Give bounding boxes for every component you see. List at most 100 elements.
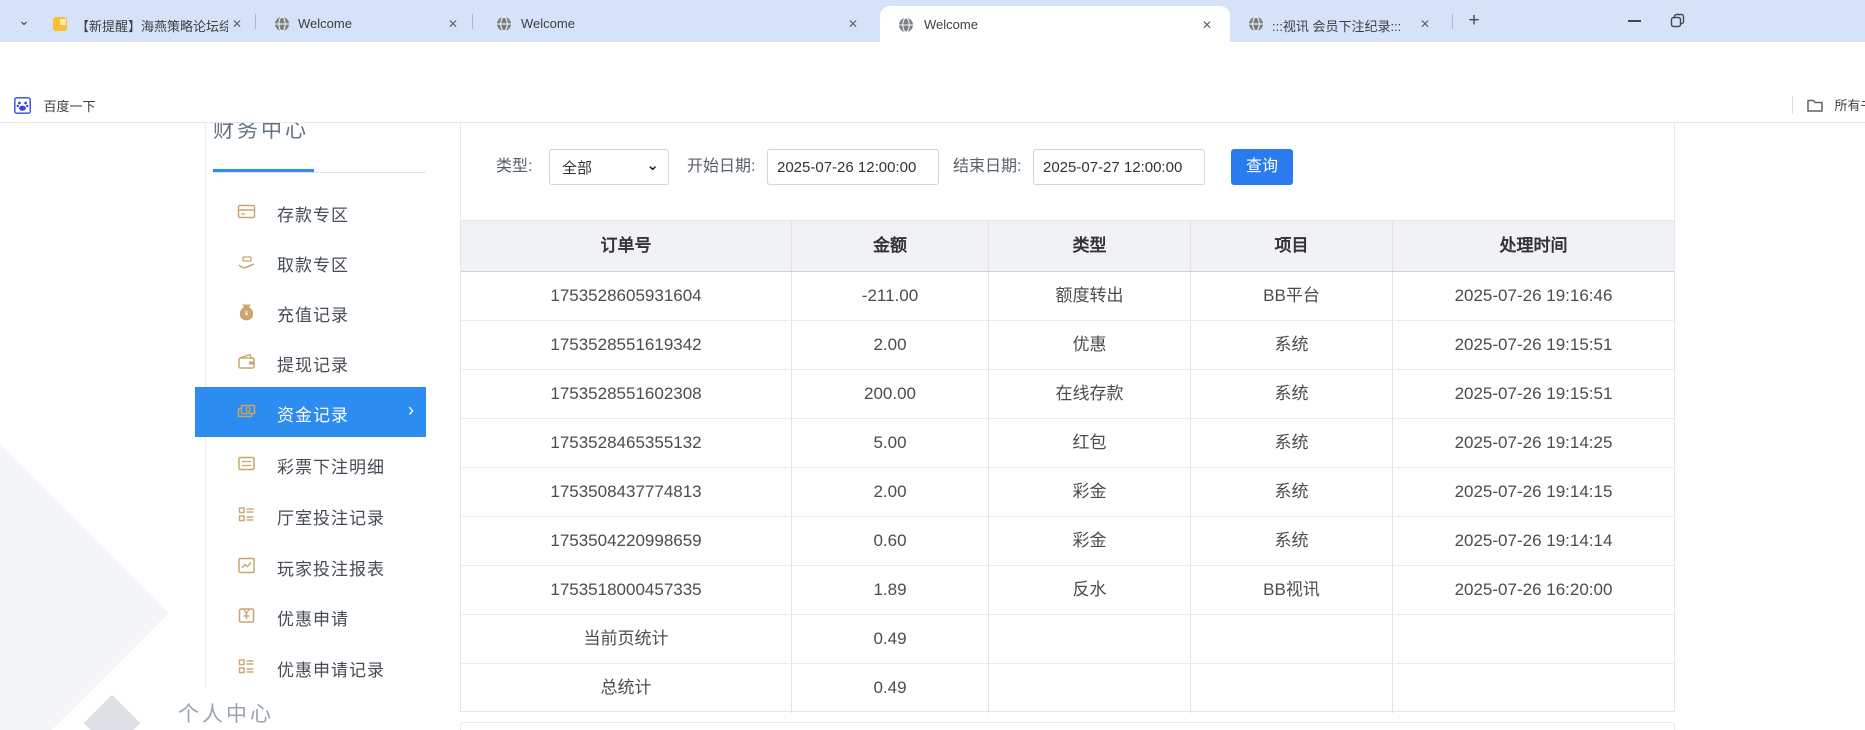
chart-icon [237, 556, 256, 575]
window-restore-button[interactable] [1670, 13, 1686, 29]
bookmark-label: 百度一下 [43, 99, 95, 114]
bookmark-baidu[interactable]: 百度一下 [14, 96, 95, 115]
sidebar-item-withdraw[interactable]: 取款专区 [213, 237, 426, 287]
cell-amount: 2.00 [792, 468, 989, 516]
sidebar-item-promo-apply-records[interactable]: 优惠申请记录 [213, 642, 426, 692]
browser-tab-forum[interactable]: 【新提醒】海燕策略论坛综合交 ✕ [40, 6, 252, 42]
cell-type [989, 664, 1191, 713]
cell-type: 优惠 [989, 321, 1191, 369]
records-table: 订单号 金额 类型 项目 处理时间 1753528605931604 -211.… [460, 220, 1675, 712]
cell-amount: 0.49 [792, 664, 989, 713]
cell-project: BB平台 [1191, 272, 1393, 320]
header-type: 类型 [989, 221, 1191, 271]
start-date-label: 开始日期: [687, 149, 755, 185]
globe-icon [274, 16, 290, 32]
tab-divider [472, 14, 473, 29]
browser-tab-welcome-1[interactable]: Welcome ✕ [262, 6, 470, 42]
sidebar-item-player-bet-report[interactable]: 玩家投注报表 [213, 541, 426, 591]
sidebar-item-fund-records-active[interactable]: 资金记录 › [195, 387, 426, 437]
table-row: 1753508437774813 2.00 彩金 系统 2025-07-26 1… [461, 468, 1674, 517]
browser-tab-welcome-active[interactable]: Welcome ✕ [880, 6, 1230, 42]
globe-icon [898, 17, 914, 33]
cell-time [1393, 664, 1674, 713]
sidebar-item-hall-bet-records[interactable]: 厅室投注记录 [213, 490, 426, 540]
cell-time: 2025-07-26 19:14:14 [1393, 517, 1674, 565]
type-select[interactable]: 全部 ⌄ [549, 149, 669, 185]
close-icon[interactable]: ✕ [1416, 15, 1434, 33]
cell-order-no: 1753528551619342 [461, 321, 792, 369]
query-button[interactable]: 查询 [1231, 149, 1293, 185]
bookmarks-bar: 百度一下 所有书签 [0, 88, 1865, 123]
list-icon [237, 657, 256, 676]
sidebar-item-label: 资金记录 [277, 401, 349, 426]
sidebar-item-label: 提现记录 [277, 351, 349, 376]
cell-type: 在线存款 [989, 370, 1191, 418]
close-icon[interactable]: ✕ [228, 15, 246, 33]
cell-amount: -211.00 [792, 272, 989, 320]
sidebar-item-lottery-bet-details[interactable]: 彩票下注明细 [213, 439, 426, 489]
end-date-box [1033, 149, 1205, 185]
browser-tab-video-records[interactable]: :::视讯 会员下注纪录::: ✕ [1236, 6, 1444, 42]
close-icon[interactable]: ✕ [844, 15, 862, 33]
header-order-no: 订单号 [461, 221, 792, 271]
pagination-panel [460, 722, 1675, 730]
tab-title: Welcome [298, 16, 352, 31]
sidebar-item-deposit[interactable]: 存款专区 [213, 187, 426, 237]
start-date-box [767, 149, 939, 185]
cell-order-no: 1753518000457335 [461, 566, 792, 614]
cell-time [1393, 615, 1674, 663]
globe-icon [496, 16, 512, 32]
funds-icon [237, 402, 256, 421]
all-bookmarks-label: 所有书签 [1834, 98, 1865, 113]
table-row: 1753528551602308 200.00 在线存款 系统 2025-07-… [461, 370, 1674, 419]
forum-icon [52, 16, 68, 32]
window-minimize-button[interactable] [1628, 20, 1641, 22]
cell-time: 2025-07-26 19:15:51 [1393, 370, 1674, 418]
tab-divider [1452, 14, 1453, 29]
document-list-icon [237, 454, 256, 473]
sidebar-item-withdraw-records[interactable]: 提现记录 [213, 337, 426, 387]
sidebar-item-label: 厅室投注记录 [277, 504, 385, 529]
cell-amount: 1.89 [792, 566, 989, 614]
cell-type: 彩金 [989, 517, 1191, 565]
cell-project [1191, 664, 1393, 713]
table-row: 1753528551619342 2.00 优惠 系统 2025-07-26 1… [461, 321, 1674, 370]
sidebar-item-recharge-records[interactable]: ¥ 充值记录 [213, 287, 426, 337]
type-select-value: 全部 [562, 157, 592, 178]
close-icon[interactable]: ✕ [444, 15, 462, 33]
cell-type: 反水 [989, 566, 1191, 614]
cell-amount: 2.00 [792, 321, 989, 369]
end-date-input[interactable] [1034, 150, 1204, 184]
cell-order-no: 1753528605931604 [461, 272, 792, 320]
bookmarks-divider [1792, 96, 1793, 114]
cell-project: 系统 [1191, 517, 1393, 565]
table-row: 1753504220998659 0.60 彩金 系统 2025-07-26 1… [461, 517, 1674, 566]
new-tab-button[interactable]: + [1462, 9, 1486, 33]
all-bookmarks-button[interactable]: 所有书签 [1806, 95, 1865, 114]
cell-project: BB视讯 [1191, 566, 1393, 614]
tab-search-icon[interactable]: ⌄ [12, 10, 36, 32]
withdraw-hand-icon [237, 252, 256, 271]
tab-title: :::视讯 会员下注纪录::: [1272, 16, 1410, 35]
sidebar-active-underline [213, 169, 314, 172]
sidebar-section-finance: 财务中心 [213, 123, 329, 156]
close-icon[interactable]: ✕ [1198, 16, 1216, 34]
browser-tab-welcome-2[interactable]: Welcome ✕ [480, 6, 874, 42]
tab-title: 【新提醒】海燕策略论坛综合交 [76, 16, 228, 35]
sidebar-item-label: 优惠申请记录 [277, 656, 385, 681]
cell-order-no: 1753504220998659 [461, 517, 792, 565]
chevron-right-icon: › [408, 400, 414, 421]
table-row: 1753528465355132 5.00 红包 系统 2025-07-26 1… [461, 419, 1674, 468]
start-date-input[interactable] [768, 150, 938, 184]
header-project: 项目 [1191, 221, 1393, 271]
background-decor-shape-small [84, 695, 141, 730]
table-summary-row-page: 当前页统计 0.49 [461, 615, 1674, 664]
gift-coupon-icon [237, 606, 256, 625]
cell-summary-label: 当前页统计 [461, 615, 792, 663]
cell-order-no: 1753528465355132 [461, 419, 792, 467]
sidebar-item-promo-apply[interactable]: 优惠申请 [213, 591, 426, 641]
cell-amount: 200.00 [792, 370, 989, 418]
tab-divider [255, 14, 256, 29]
cell-time: 2025-07-26 19:14:15 [1393, 468, 1674, 516]
cell-project: 系统 [1191, 468, 1393, 516]
